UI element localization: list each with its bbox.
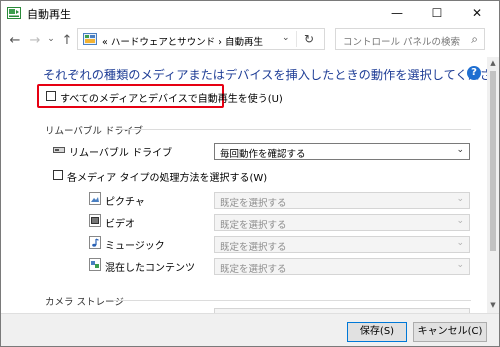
- picture-select[interactable]: 既定を選択する ⌄: [214, 192, 470, 209]
- button-bar: 保存(S) キャンセル(C): [1, 313, 499, 346]
- cancel-button[interactable]: キャンセル(C): [413, 322, 487, 342]
- address-dropdown-icon[interactable]: ⌄: [282, 33, 290, 43]
- page-heading: それぞれの種類のメディアまたはデバイスを挿入したときの動作を選択してください: [43, 68, 500, 82]
- removable-drive-icon: [53, 147, 65, 153]
- autoplay-window: 自動再生 — ☐ ✕ ← → ⌄ ↑ « ハードウェアとサウンド › 自動再生 …: [0, 0, 500, 347]
- address-separator: [296, 31, 297, 47]
- music-icon: [89, 236, 101, 249]
- save-button[interactable]: 保存(S): [347, 322, 407, 342]
- refresh-icon[interactable]: ↻: [304, 32, 314, 46]
- video-icon: [89, 214, 101, 227]
- recent-locations-chevron-icon[interactable]: ⌄: [43, 34, 59, 44]
- camera-section-heading: カメラ ストレージ: [45, 297, 124, 308]
- back-arrow-icon[interactable]: ←: [7, 33, 23, 48]
- chevron-down-icon: ⌄: [456, 145, 464, 155]
- help-icon[interactable]: ?: [467, 66, 481, 80]
- search-box[interactable]: コントロール パネルの検索 ⌕: [335, 28, 485, 50]
- chevron-down-icon: ⌄: [456, 194, 464, 204]
- minimize-button[interactable]: —: [379, 1, 415, 25]
- control-panel-icon: [83, 33, 97, 45]
- use-autoplay-label[interactable]: すべてのメディアとデバイスで自動再生を使う(U): [60, 90, 283, 105]
- media-type-label: 混在したコンテンツ: [105, 263, 195, 274]
- forward-arrow-icon[interactable]: →: [27, 33, 43, 48]
- per-media-label[interactable]: 各メディア タイプの処理方法を選択する(W): [67, 169, 267, 184]
- search-placeholder: コントロール パネルの検索: [343, 37, 461, 48]
- removable-section-rule: [119, 129, 471, 130]
- removable-drive-select-value: 毎回動作を確認する: [220, 149, 306, 160]
- mixed-content-select-value: 既定を選択する: [220, 264, 287, 275]
- mixed-content-icon: [89, 258, 101, 271]
- video-select[interactable]: 既定を選択する ⌄: [214, 214, 470, 231]
- vertical-scrollbar[interactable]: ▲ ▼: [487, 57, 499, 313]
- music-select-value: 既定を選択する: [220, 242, 287, 253]
- address-bar[interactable]: « ハードウェアとサウンド › 自動再生 ⌄ ↻: [77, 28, 325, 50]
- search-icon[interactable]: ⌕: [471, 32, 478, 47]
- video-select-value: 既定を選択する: [220, 220, 287, 231]
- title-bar: 自動再生 — ☐ ✕: [1, 1, 499, 25]
- scrollbar-thumb[interactable]: [490, 71, 496, 251]
- autoplay-icon: [7, 7, 21, 19]
- maximize-icon: ☐: [431, 6, 443, 20]
- maximize-button[interactable]: ☐: [419, 1, 455, 25]
- breadcrumb[interactable]: « ハードウェアとサウンド › 自動再生: [102, 34, 263, 48]
- chevron-down-icon: ⌄: [456, 260, 464, 270]
- close-button[interactable]: ✕: [459, 1, 495, 25]
- camera-section-rule: [113, 300, 471, 301]
- use-autoplay-checkbox[interactable]: [46, 91, 56, 101]
- media-type-label: ピクチャ: [105, 197, 145, 208]
- chevron-down-icon: ⌄: [456, 216, 464, 226]
- mixed-content-select[interactable]: 既定を選択する ⌄: [214, 258, 470, 275]
- media-type-label: ビデオ: [105, 219, 135, 230]
- up-arrow-icon[interactable]: ↑: [59, 33, 75, 48]
- minimize-icon: —: [391, 6, 403, 20]
- chevron-down-icon: ⌄: [456, 238, 464, 248]
- per-media-checkbox[interactable]: [53, 170, 63, 180]
- close-icon: ✕: [471, 6, 483, 20]
- picture-select-value: 既定を選択する: [220, 198, 287, 209]
- media-type-label: ミュージック: [105, 241, 165, 252]
- scroll-up-icon[interactable]: ▲: [487, 59, 499, 67]
- removable-section-heading: リムーバブル ドライブ: [45, 126, 143, 137]
- music-select[interactable]: 既定を選択する ⌄: [214, 236, 470, 253]
- window-title: 自動再生: [27, 8, 71, 21]
- removable-drive-label: リムーバブル ドライブ: [69, 148, 173, 159]
- picture-icon: [89, 192, 101, 205]
- removable-drive-select[interactable]: 毎回動作を確認する ⌄: [214, 143, 470, 160]
- scroll-down-icon[interactable]: ▼: [487, 301, 499, 309]
